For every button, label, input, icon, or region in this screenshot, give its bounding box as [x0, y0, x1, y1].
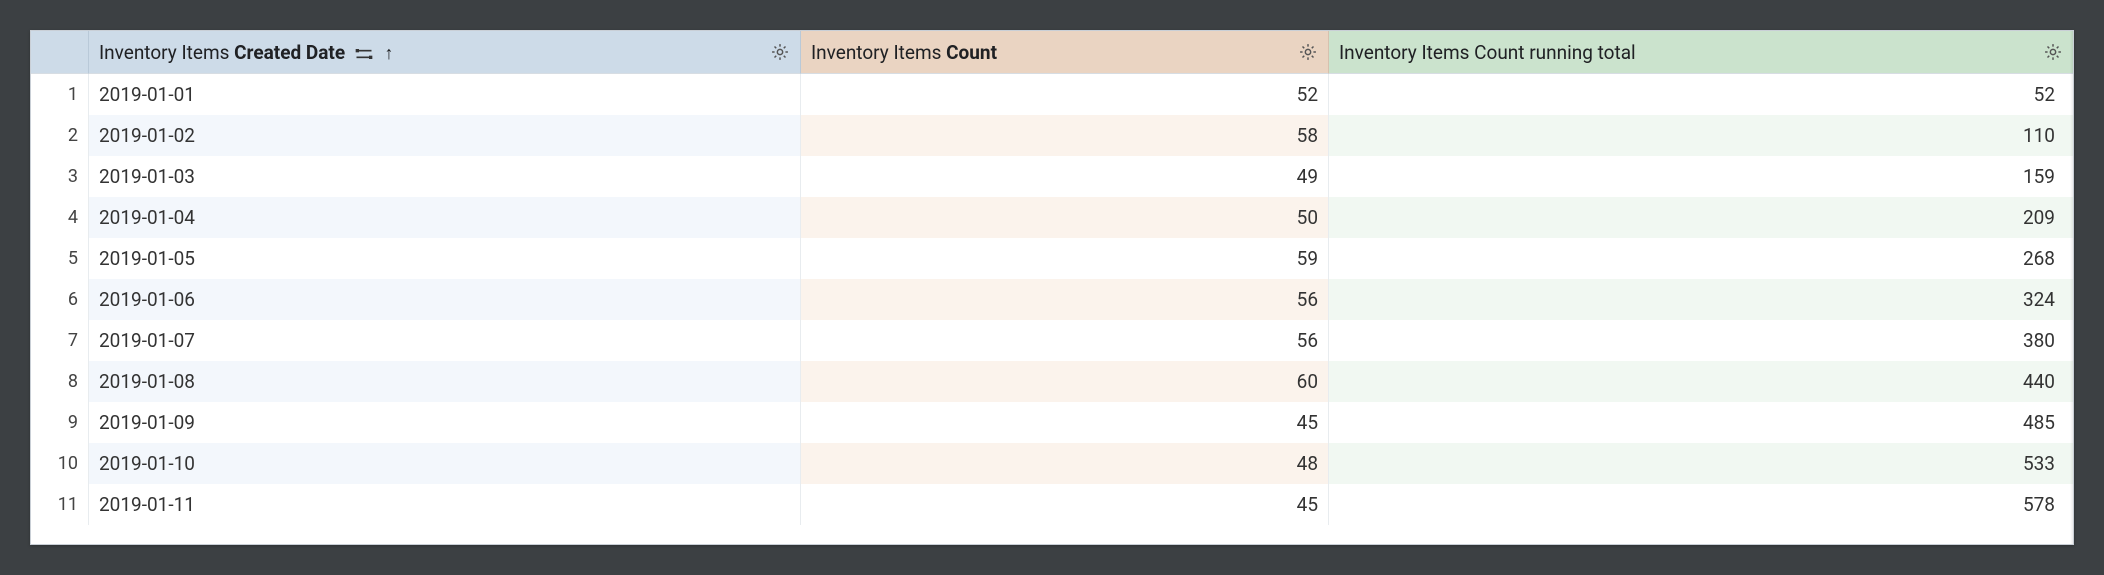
cell-created-date[interactable]: 2019-01-01 [89, 74, 801, 115]
data-table-panel: Inventory Items Created Date ↑ [30, 30, 2074, 545]
table-row: 22019-01-0258110 [31, 115, 2073, 156]
row-number: 6 [31, 279, 89, 320]
table-row: 32019-01-0349159 [31, 156, 2073, 197]
row-number: 9 [31, 402, 89, 443]
header-created-date[interactable]: Inventory Items Created Date ↑ [89, 31, 801, 74]
gear-icon[interactable] [770, 42, 790, 62]
cell-count[interactable]: 59 [801, 238, 1329, 279]
row-number: 1 [31, 74, 89, 115]
table-row: 82019-01-0860440 [31, 361, 2073, 402]
table-row: 92019-01-0945485 [31, 402, 2073, 443]
cell-created-date[interactable]: 2019-01-08 [89, 361, 801, 402]
cell-running-total[interactable]: 380 [1329, 320, 2073, 361]
header-row: Inventory Items Created Date ↑ [31, 31, 2073, 74]
cell-running-total[interactable]: 533 [1329, 443, 2073, 484]
cell-created-date[interactable]: 2019-01-11 [89, 484, 801, 525]
header-count-bold: Count [946, 41, 997, 64]
cell-created-date[interactable]: 2019-01-10 [89, 443, 801, 484]
row-number: 8 [31, 361, 89, 402]
pivot-icon [354, 46, 374, 62]
table-row: 112019-01-1145578 [31, 484, 2073, 525]
table-row: 72019-01-0756380 [31, 320, 2073, 361]
row-number: 3 [31, 156, 89, 197]
header-running-total-label: Inventory Items Count running total [1339, 41, 1636, 64]
header-created-date-bold: Created Date [234, 41, 345, 64]
cell-count[interactable]: 60 [801, 361, 1329, 402]
cell-created-date[interactable]: 2019-01-07 [89, 320, 801, 361]
cell-running-total[interactable]: 110 [1329, 115, 2073, 156]
cell-running-total[interactable]: 52 [1329, 74, 2073, 115]
cell-created-date[interactable]: 2019-01-03 [89, 156, 801, 197]
header-running-total[interactable]: Inventory Items Count running total [1329, 31, 2073, 74]
row-number: 11 [31, 484, 89, 525]
cell-running-total[interactable]: 324 [1329, 279, 2073, 320]
cell-count[interactable]: 52 [801, 74, 1329, 115]
header-count[interactable]: Inventory Items Count [801, 31, 1329, 74]
cell-running-total[interactable]: 578 [1329, 484, 2073, 525]
cell-running-total[interactable]: 159 [1329, 156, 2073, 197]
cell-count[interactable]: 48 [801, 443, 1329, 484]
row-number: 7 [31, 320, 89, 361]
cell-running-total[interactable]: 440 [1329, 361, 2073, 402]
cell-count[interactable]: 45 [801, 484, 1329, 525]
row-number: 10 [31, 443, 89, 484]
header-rownum [31, 31, 89, 74]
header-count-light: Inventory Items [811, 41, 946, 64]
cell-created-date[interactable]: 2019-01-06 [89, 279, 801, 320]
row-number: 2 [31, 115, 89, 156]
cell-count[interactable]: 56 [801, 279, 1329, 320]
cell-running-total[interactable]: 268 [1329, 238, 2073, 279]
data-table: Inventory Items Created Date ↑ [31, 31, 2073, 525]
table-row: 102019-01-1048533 [31, 443, 2073, 484]
cell-created-date[interactable]: 2019-01-05 [89, 238, 801, 279]
cell-created-date[interactable]: 2019-01-09 [89, 402, 801, 443]
cell-count[interactable]: 58 [801, 115, 1329, 156]
table-body: 12019-01-01525222019-01-025811032019-01-… [31, 74, 2073, 525]
cell-count[interactable]: 49 [801, 156, 1329, 197]
gear-icon[interactable] [2043, 42, 2063, 62]
row-number: 5 [31, 238, 89, 279]
cell-count[interactable]: 45 [801, 402, 1329, 443]
gear-icon[interactable] [1298, 42, 1318, 62]
table-row: 52019-01-0559268 [31, 238, 2073, 279]
row-number: 4 [31, 197, 89, 238]
table-row: 42019-01-0450209 [31, 197, 2073, 238]
cell-created-date[interactable]: 2019-01-04 [89, 197, 801, 238]
table-row: 62019-01-0656324 [31, 279, 2073, 320]
cell-running-total[interactable]: 209 [1329, 197, 2073, 238]
cell-created-date[interactable]: 2019-01-02 [89, 115, 801, 156]
cell-running-total[interactable]: 485 [1329, 402, 2073, 443]
cell-count[interactable]: 56 [801, 320, 1329, 361]
cell-count[interactable]: 50 [801, 197, 1329, 238]
table-row: 12019-01-015252 [31, 74, 2073, 115]
sort-asc-icon: ↑ [385, 43, 394, 64]
header-created-date-light: Inventory Items [99, 41, 234, 64]
